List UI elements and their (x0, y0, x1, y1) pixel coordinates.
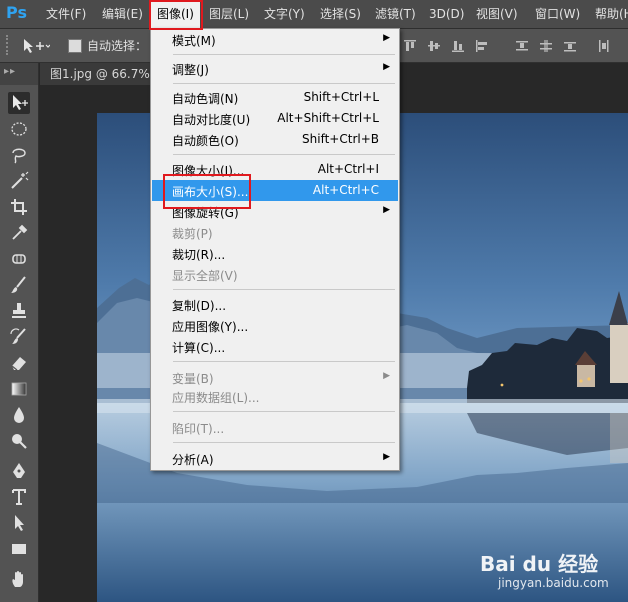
menu-edit[interactable]: 编辑(E) (102, 0, 143, 28)
spot-healing-brush-icon[interactable] (8, 248, 30, 270)
path-selection-tool-icon[interactable] (8, 512, 30, 534)
eyedropper-tool-icon[interactable] (8, 222, 30, 244)
crop-tool-icon[interactable] (8, 196, 30, 218)
menu-item-reveal-all: 显示全部(V) (172, 269, 238, 283)
submenu-arrow-icon: ▶ (383, 33, 390, 43)
menu-item-auto-tone[interactable]: 自动色调(N) Shift+Ctrl+L (152, 87, 398, 108)
history-brush-tool-icon[interactable] (8, 326, 30, 348)
submenu-arrow-icon: ▶ (383, 62, 390, 72)
grip-handle[interactable] (6, 35, 12, 55)
menu-item-auto-color[interactable]: 自动颜色(O) Shift+Ctrl+B (152, 129, 398, 150)
menu-3d[interactable]: 3D(D) (429, 0, 464, 28)
menu-item-calculations[interactable]: 计算(C)... (152, 336, 398, 357)
menu-bar: Ps 文件(F) 编辑(E) 图像(I) 图层(L) 文字(Y) 选择(S) 滤… (0, 0, 628, 29)
type-tool-icon[interactable] (8, 486, 30, 508)
distribute-vertical-centers-icon[interactable] (538, 38, 554, 54)
align-bottom-edges-icon[interactable] (450, 38, 466, 54)
document-tab[interactable]: 图1.jpg @ 66.7%(RGB/8) (40, 63, 160, 85)
photoshop-logo: Ps (6, 3, 27, 22)
align-left-edges-icon[interactable] (474, 38, 490, 54)
menu-item-trim[interactable]: 裁切(R)... (152, 243, 398, 264)
menu-separator (173, 83, 395, 84)
lasso-tool-icon[interactable] (8, 144, 30, 166)
menu-item-apply-data-set: 应用数据组(L)... (172, 391, 260, 405)
menu-select[interactable]: 选择(S) (320, 0, 361, 28)
eraser-tool-icon[interactable] (8, 352, 30, 374)
align-top-edges-icon[interactable] (402, 38, 418, 54)
pen-tool-icon[interactable] (8, 460, 30, 482)
menu-separator (173, 54, 395, 55)
menu-item-variables: 变量(B) ▶ (172, 371, 390, 386)
menu-item-trap: 陷印(T)... (172, 422, 225, 436)
auto-select-checkbox[interactable] (68, 39, 82, 53)
align-vertical-centers-icon[interactable] (426, 38, 442, 54)
blur-tool-icon[interactable] (8, 404, 30, 426)
menu-separator (173, 411, 395, 412)
menu-item-analysis[interactable]: 分析(A) ▶ (152, 448, 398, 469)
menu-filter[interactable]: 滤镜(T) (375, 0, 416, 28)
menu-item-apply-image[interactable]: 应用图像(Y)... (152, 315, 398, 336)
menu-separator (173, 289, 395, 290)
menu-file[interactable]: 文件(F) (46, 0, 86, 28)
submenu-arrow-icon: ▶ (383, 371, 390, 381)
move-tool-preset-icon[interactable] (22, 37, 51, 55)
annotation-box-canvas-size (163, 174, 251, 209)
image-menu-dropdown: 模式(M) ▶ 调整(J) ▶ 自动色调(N) Shift+Ctrl+L 自动对比度(… (150, 28, 400, 471)
distribute-bottom-icon[interactable] (562, 38, 578, 54)
submenu-arrow-icon: ▶ (383, 452, 390, 462)
menu-separator (173, 154, 395, 155)
tools-panel: ▸▸ (0, 63, 39, 602)
menu-separator (173, 361, 395, 362)
magic-wand-tool-icon[interactable] (8, 170, 30, 192)
menu-item-duplicate[interactable]: 复制(D)... (152, 294, 398, 315)
menu-window[interactable]: 窗口(W) (535, 0, 580, 28)
menu-item-mode[interactable]: 模式(M) ▶ (152, 29, 398, 50)
menu-item-crop: 裁剪(P) (172, 227, 213, 241)
menu-help[interactable]: 帮助(H) (595, 0, 628, 28)
menu-type[interactable]: 文字(Y) (264, 0, 305, 28)
baidu-jingyan-watermark: Bai du 经验 jingyan.baidu.com (480, 552, 609, 590)
move-tool-icon[interactable] (8, 92, 30, 114)
elliptical-marquee-tool-icon[interactable] (8, 118, 30, 140)
menu-layer[interactable]: 图层(L) (209, 0, 249, 28)
tools-panel-header[interactable]: ▸▸ (0, 63, 38, 85)
menu-item-adjustments[interactable]: 调整(J) ▶ (152, 58, 398, 79)
clone-stamp-tool-icon[interactable] (8, 300, 30, 322)
menu-view[interactable]: 视图(V) (476, 0, 518, 28)
submenu-arrow-icon: ▶ (383, 205, 390, 215)
annotation-box-image-menu (149, 0, 203, 30)
distribute-top-icon[interactable] (514, 38, 530, 54)
auto-select-label: 自动选择： (87, 39, 148, 53)
dodge-tool-icon[interactable] (8, 430, 30, 452)
menu-separator (173, 442, 395, 443)
distribute-horizontal-icon[interactable] (596, 38, 612, 54)
menu-item-auto-contrast[interactable]: 自动对比度(U) Alt+Shift+Ctrl+L (152, 108, 398, 129)
rectangle-tool-icon[interactable] (8, 538, 30, 560)
brush-tool-icon[interactable] (8, 274, 30, 296)
gradient-tool-icon[interactable] (8, 378, 30, 400)
hand-tool-icon[interactable] (8, 568, 30, 590)
